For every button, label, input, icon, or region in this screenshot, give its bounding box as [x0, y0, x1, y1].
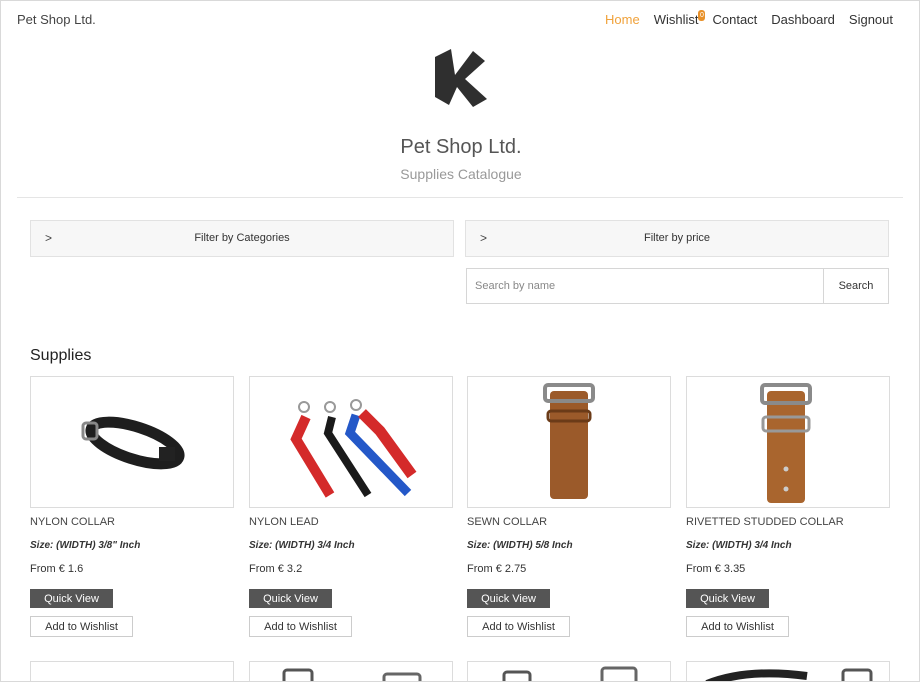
product-card: RIVETTED STUDDED COLLAR Size: (WIDTH) 3/… — [686, 376, 890, 637]
product-name[interactable]: NYLON LEAD — [249, 516, 453, 530]
product-name[interactable]: NYLON COLLAR — [30, 516, 234, 530]
filter-categories-label: Filter by Categories — [194, 232, 290, 244]
product-size: Size: (WIDTH) 3/8" Inch — [30, 540, 141, 551]
quick-view-button[interactable]: Quick View — [467, 589, 550, 608]
page: Pet Shop Ltd. Home Wishlist 0 Contact Das… — [0, 0, 920, 682]
product-price: From € 3.35 — [686, 563, 746, 575]
add-to-wishlist-button[interactable]: Add to Wishlist — [30, 616, 133, 637]
nav-signout[interactable]: Signout — [849, 12, 893, 27]
add-to-wishlist-button[interactable]: Add to Wishlist — [467, 616, 570, 637]
site-subtitle: Supplies Catalogue — [400, 166, 522, 182]
brand-link[interactable]: Pet Shop Ltd. — [17, 12, 96, 27]
product-image-sewn-collar[interactable] — [467, 376, 671, 508]
product-card: NYLON COLLAR Size: (WIDTH) 3/8" Inch Fro… — [30, 376, 234, 637]
product-card: NYLON LEAD Size: (WIDTH) 3/4 Inch From €… — [249, 376, 453, 637]
product-name[interactable]: RIVETTED STUDDED COLLAR — [686, 516, 890, 530]
search-button[interactable]: Search — [823, 268, 889, 304]
add-to-wishlist-button[interactable]: Add to Wishlist — [249, 616, 352, 637]
section-title: Supplies — [30, 347, 92, 364]
site-title: Pet Shop Ltd. — [400, 136, 522, 158]
filter-categories-toggle[interactable]: > Filter by Categories — [30, 220, 454, 257]
product-size: Size: (WIDTH) 5/8 Inch — [467, 540, 573, 551]
product-name[interactable]: SEWN COLLAR — [467, 516, 671, 530]
k-logo-icon — [429, 47, 489, 109]
product-image-partial[interactable] — [30, 661, 234, 681]
product-size: Size: (WIDTH) 3/4 Inch — [686, 540, 792, 551]
product-image-nylon-lead[interactable] — [249, 376, 453, 508]
product-size: Size: (WIDTH) 3/4 Inch — [249, 540, 355, 551]
product-image-partial[interactable] — [249, 661, 453, 681]
nav-contact[interactable]: Contact — [712, 12, 757, 27]
product-card: SEWN COLLAR Size: (WIDTH) 5/8 Inch From … — [467, 376, 671, 637]
product-image-nylon-collar[interactable] — [30, 376, 234, 508]
filter-price-toggle[interactable]: > Filter by price — [465, 220, 889, 257]
nav-wishlist-label: Wishlist — [653, 12, 699, 27]
add-to-wishlist-button[interactable]: Add to Wishlist — [686, 616, 789, 637]
search-input[interactable] — [466, 268, 824, 304]
quick-view-button[interactable]: Quick View — [249, 589, 332, 608]
header-divider — [17, 197, 903, 198]
quick-view-button[interactable]: Quick View — [686, 589, 769, 608]
product-image-partial[interactable] — [686, 661, 890, 681]
nav-home[interactable]: Home — [605, 12, 640, 27]
product-image-partial[interactable] — [467, 661, 671, 681]
wishlist-count-badge: 0 — [698, 10, 706, 21]
product-price: From € 3.2 — [249, 563, 303, 575]
product-image-rivetted-studded-collar[interactable] — [686, 376, 890, 508]
filter-price-label: Filter by price — [643, 232, 711, 244]
nav-wishlist[interactable]: Wishlist 0 — [653, 10, 706, 27]
main-nav: Home Wishlist 0 Contact Dashboard Signout — [605, 10, 893, 27]
nav-dashboard[interactable]: Dashboard — [771, 12, 835, 27]
product-price: From € 2.75 — [467, 563, 527, 575]
product-price: From € 1.6 — [30, 563, 84, 575]
quick-view-button[interactable]: Quick View — [30, 589, 113, 608]
